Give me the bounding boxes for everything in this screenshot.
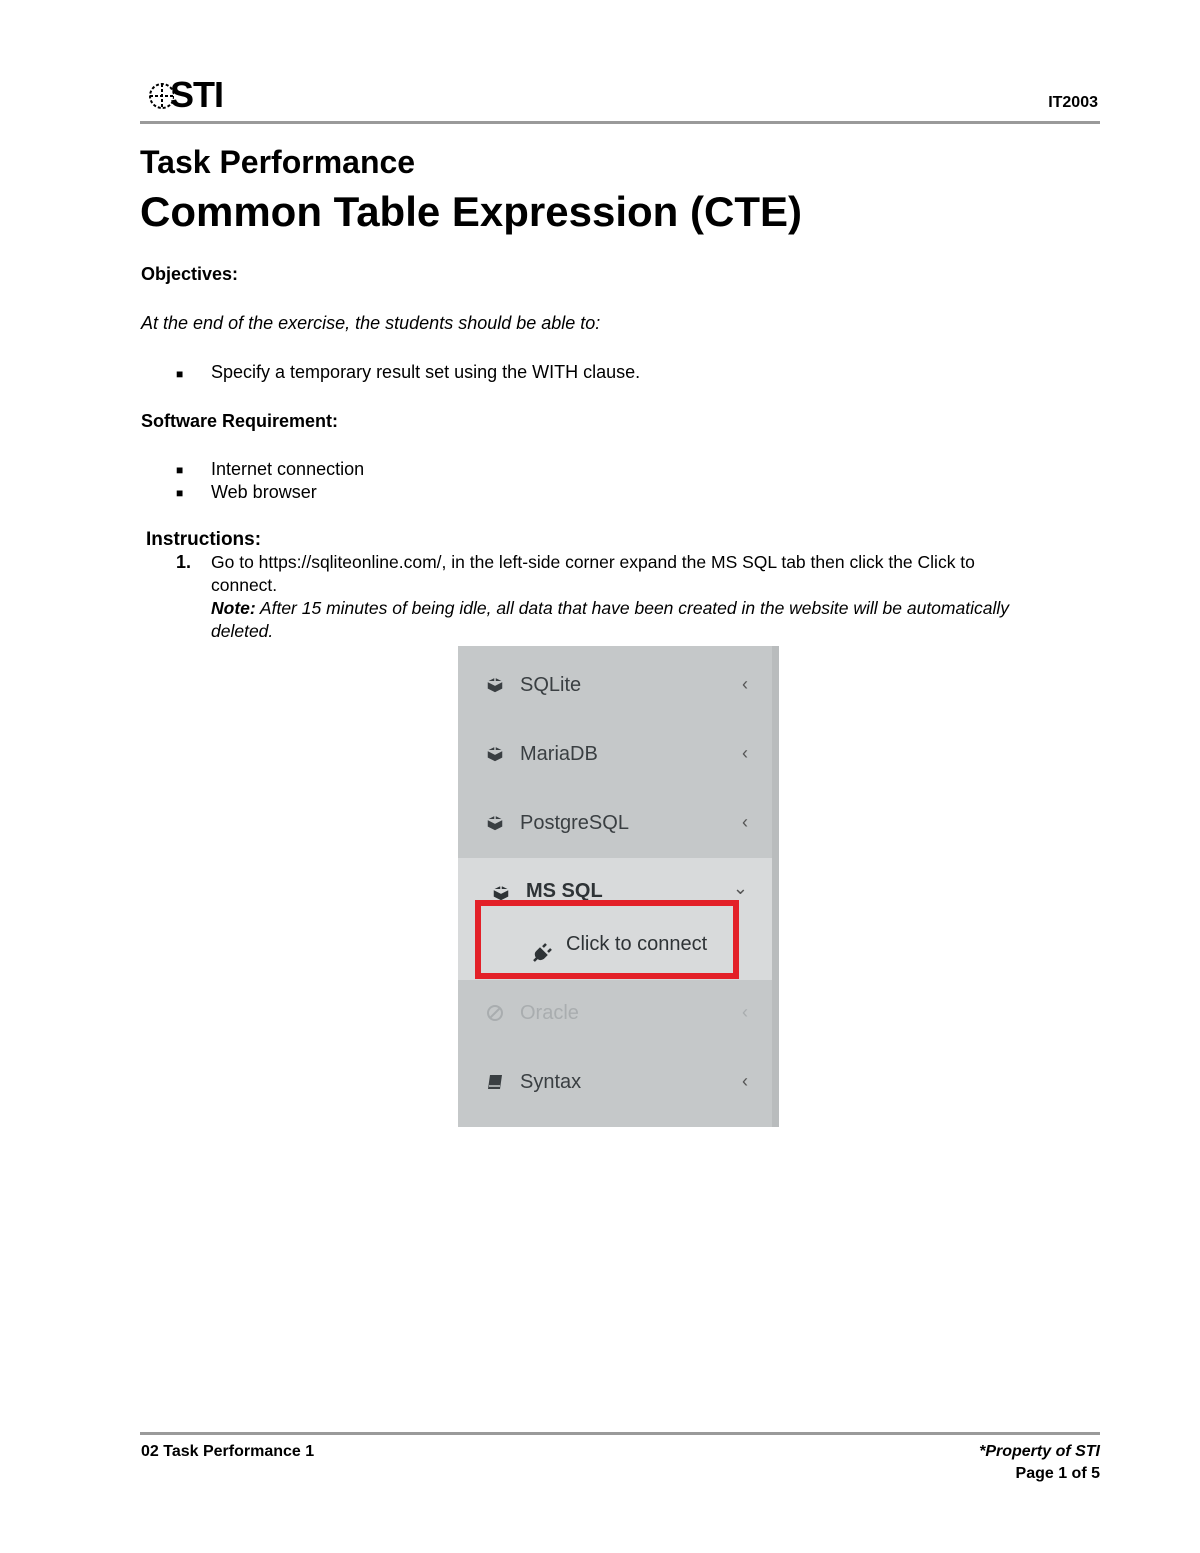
chevron-left-icon: ‹ — [742, 674, 748, 694]
chevron-left-icon: ‹ — [742, 1002, 748, 1022]
ban-icon — [487, 1005, 503, 1021]
menu-label: PostgreSQL — [520, 812, 629, 834]
software-item: Internet connection — [211, 459, 365, 479]
chevron-down-icon: ⌄ — [732, 878, 748, 898]
software-item: Web browser — [211, 482, 317, 502]
sidebar-screenshot: SQLite ‹ MariaDB ‹ PostgreSQL ‹ MS SQL ⌄… — [458, 646, 779, 1127]
menu-label: MariaDB — [520, 743, 598, 765]
instructions-heading: Instructions: — [146, 529, 262, 550]
chevron-left-icon: ‹ — [742, 812, 748, 832]
menu-label: Oracle — [520, 1002, 579, 1024]
step1-line1: Go to https://sqliteonline.com/, in the … — [211, 552, 975, 572]
menu-item-postgresql: PostgreSQL ‹ — [458, 788, 772, 857]
objectives-intro: At the end of the exercise, the students… — [141, 313, 601, 333]
objective-item: Specify a temporary result set using the… — [211, 362, 641, 382]
bullet-icon: ■ — [176, 463, 184, 477]
objectives-heading: Objectives: — [141, 264, 239, 284]
course-code: IT2003 — [1048, 94, 1098, 111]
step1-line2: connect. — [211, 575, 278, 595]
bullet-icon: ■ — [176, 367, 184, 381]
cube-icon — [486, 814, 504, 832]
menu-item-oracle: Oracle ‹ — [458, 978, 772, 1047]
menu-label: Syntax — [520, 1071, 582, 1093]
menu-label: SQLite — [520, 674, 582, 696]
footer-page-number: Page 1 of 5 — [1015, 1465, 1100, 1482]
menu-item-mariadb: MariaDB ‹ — [458, 719, 772, 788]
chevron-left-icon: ‹ — [742, 743, 748, 763]
cube-icon — [486, 676, 504, 694]
doc-subtitle: Task Performance — [140, 144, 416, 180]
scrollbar — [772, 646, 779, 1127]
cube-icon — [486, 745, 504, 763]
footer-property: *Property of STI — [979, 1443, 1100, 1460]
note-line2: deleted. — [211, 621, 274, 641]
note-text: After 15 minutes of being idle, all data… — [255, 598, 1009, 618]
sti-logo: STI — [148, 72, 240, 116]
logo-text: STI — [170, 74, 224, 115]
note-line1: Note: After 15 minutes of being idle, al… — [211, 598, 1009, 619]
step-number: 1. — [176, 552, 192, 572]
menu-item-sqlite: SQLite ‹ — [458, 650, 772, 719]
note-label: Note: — [211, 598, 256, 618]
bullet-icon: ■ — [176, 486, 184, 500]
menu-item-syntax: Syntax ‹ — [458, 1047, 772, 1116]
chevron-left-icon: ‹ — [742, 1071, 748, 1091]
footer-doc-name: 02 Task Performance 1 — [141, 1443, 315, 1460]
book-icon — [488, 1075, 502, 1089]
highlight-box — [475, 900, 739, 979]
footer-rule — [140, 1432, 1100, 1435]
header-rule — [140, 121, 1100, 124]
software-heading: Software Requirement: — [141, 411, 339, 431]
doc-title: Common Table Expression (CTE) — [140, 188, 802, 235]
